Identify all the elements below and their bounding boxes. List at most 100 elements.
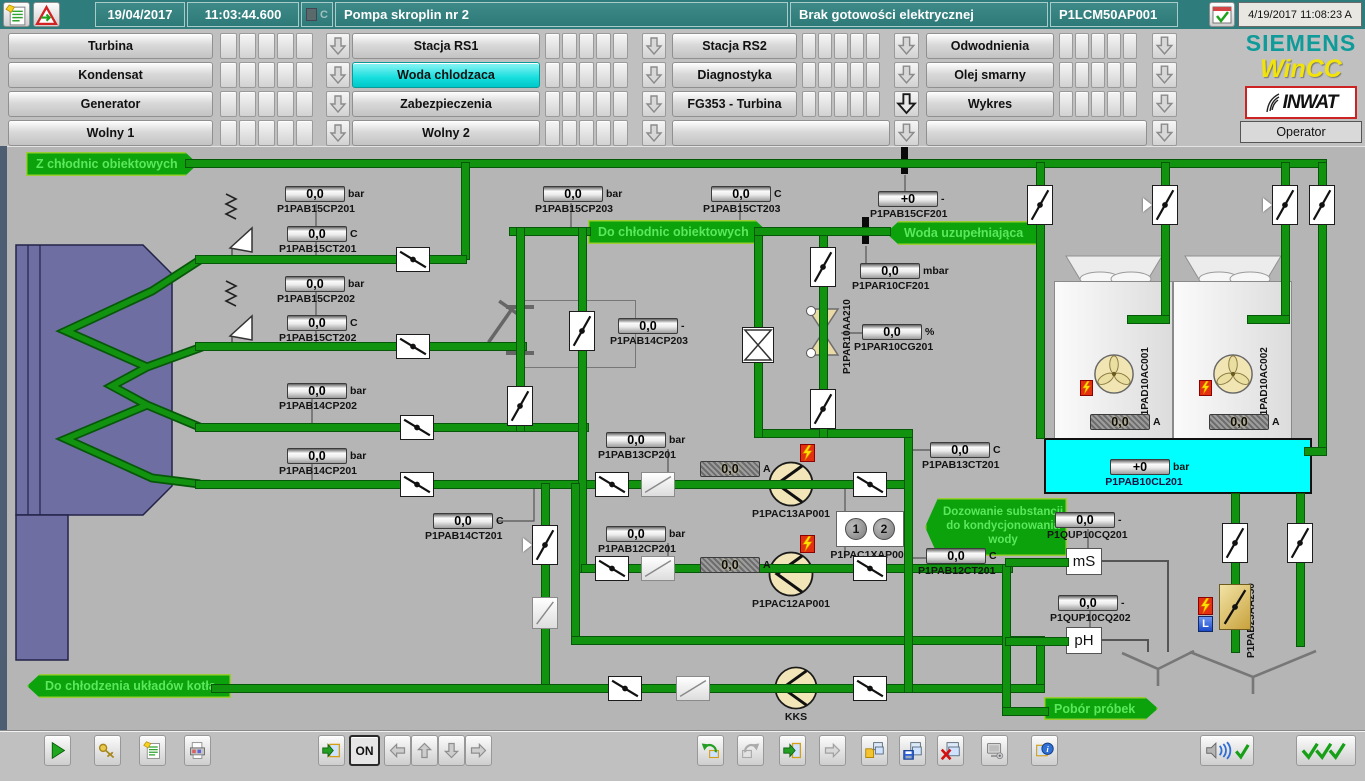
nav-quick-square[interactable] xyxy=(239,91,256,117)
toolbar-button-redo[interactable] xyxy=(737,735,764,766)
nav-arrow-button[interactable] xyxy=(326,91,350,117)
nav-quick-square[interactable] xyxy=(277,33,294,59)
toolbar-button-report[interactable] xyxy=(139,735,166,766)
motor-valve-icon[interactable] xyxy=(1309,185,1335,225)
nav-arrow-button[interactable] xyxy=(326,33,350,59)
nav-quick-square[interactable] xyxy=(834,62,848,88)
toolbar-button-on[interactable]: ON xyxy=(349,735,380,766)
nav-quick-square[interactable] xyxy=(296,120,313,146)
nav-quick-square[interactable] xyxy=(596,120,611,146)
nav-quick-square[interactable] xyxy=(1107,62,1121,88)
nav-quick-square[interactable] xyxy=(220,62,237,88)
motor-valve-icon[interactable] xyxy=(810,247,836,287)
fan-icon[interactable] xyxy=(1212,353,1254,395)
nav-arrow-button[interactable] xyxy=(642,120,666,146)
motor-valve-icon[interactable] xyxy=(1222,523,1248,563)
nav-quick-square[interactable] xyxy=(1123,91,1137,117)
nav-arrow-button[interactable] xyxy=(642,33,666,59)
operator-field[interactable]: Operator xyxy=(1240,121,1362,143)
nav-arrow-button[interactable] xyxy=(642,62,666,88)
toolbar-button-nav-down[interactable] xyxy=(438,735,465,766)
nav-button-stacja-rs2[interactable]: Stacja RS2 xyxy=(672,33,797,59)
nav-quick-square[interactable] xyxy=(802,91,816,117)
nav-arrow-button[interactable] xyxy=(894,120,919,146)
nav-button-diagnostyka[interactable]: Diagnostyka xyxy=(672,62,797,88)
nav-quick-square[interactable] xyxy=(1107,91,1121,117)
nav-quick-square[interactable] xyxy=(277,120,294,146)
toolbar-button-monitor[interactable] xyxy=(981,735,1008,766)
nav-arrow-button[interactable] xyxy=(894,33,919,59)
nav-quick-square[interactable] xyxy=(1123,62,1137,88)
toolbar-button-info[interactable]: i xyxy=(1031,735,1058,766)
nav-quick-square[interactable] xyxy=(579,120,594,146)
toolbar-button-runtime-play[interactable] xyxy=(44,735,71,766)
nav-quick-square[interactable] xyxy=(239,120,256,146)
nav-arrow-button[interactable] xyxy=(1152,120,1177,146)
nav-quick-square[interactable] xyxy=(562,91,577,117)
nav-quick-square[interactable] xyxy=(613,91,628,117)
nav-quick-square[interactable] xyxy=(866,33,880,59)
check-valve-icon[interactable] xyxy=(400,415,434,440)
drain-valve-icon[interactable] xyxy=(1219,584,1251,630)
nav-quick-square[interactable] xyxy=(258,120,275,146)
nav-quick-square[interactable] xyxy=(1091,62,1105,88)
motor-valve-icon[interactable] xyxy=(569,311,595,351)
nav-arrow-button[interactable] xyxy=(326,120,350,146)
nav-quick-square[interactable] xyxy=(596,62,611,88)
check-valve-icon[interactable] xyxy=(595,556,629,581)
nav-quick-square[interactable] xyxy=(545,62,560,88)
nav-quick-square[interactable] xyxy=(850,33,864,59)
nav-button-wolny-1[interactable]: Wolny 1 xyxy=(8,120,213,146)
toolbar-button-nav-left[interactable] xyxy=(384,735,411,766)
nav-quick-square[interactable] xyxy=(258,91,275,117)
nav-arrow-button[interactable] xyxy=(1152,91,1177,117)
nav-quick-square[interactable] xyxy=(818,62,832,88)
nav-quick-square[interactable] xyxy=(596,33,611,59)
nav-quick-square[interactable] xyxy=(277,91,294,117)
check-valve-icon[interactable] xyxy=(396,247,430,272)
nav-arrow-button[interactable] xyxy=(894,62,919,88)
nav-button-wykres[interactable]: Wykres xyxy=(926,91,1054,117)
nav-quick-square[interactable] xyxy=(239,33,256,59)
nav-quick-square[interactable] xyxy=(562,33,577,59)
nav-button-odwodnienia[interactable]: Odwodnienia xyxy=(926,33,1054,59)
motor-valve-icon[interactable] xyxy=(507,386,533,426)
nav-quick-square[interactable] xyxy=(1059,33,1073,59)
selector-position-2[interactable]: 2 xyxy=(873,518,895,540)
motor-valve-icon[interactable] xyxy=(1027,185,1053,225)
nav-quick-square[interactable] xyxy=(1075,62,1089,88)
check-valve-icon[interactable] xyxy=(608,676,642,701)
nav-quick-square[interactable] xyxy=(258,33,275,59)
nav-button-generator[interactable]: Generator xyxy=(8,91,213,117)
nav-button-stacja-rs1[interactable]: Stacja RS1 xyxy=(352,33,540,59)
nav-quick-square[interactable] xyxy=(866,91,880,117)
nav-quick-square[interactable] xyxy=(562,120,577,146)
toolbar-button-nav-right[interactable] xyxy=(465,735,492,766)
check-valve-icon[interactable] xyxy=(853,676,887,701)
calendar-ack-button[interactable] xyxy=(1209,2,1235,27)
nav-quick-square[interactable] xyxy=(579,62,594,88)
check-valve-icon[interactable] xyxy=(853,472,887,497)
nav-quick-square[interactable] xyxy=(220,120,237,146)
nav-button-olej-smarny[interactable]: Olej smarny xyxy=(926,62,1054,88)
nav-quick-square[interactable] xyxy=(818,33,832,59)
nav-quick-square[interactable] xyxy=(1075,33,1089,59)
alarm-warning-button[interactable] xyxy=(33,2,60,27)
nav-quick-square[interactable] xyxy=(834,33,848,59)
report-list-button[interactable] xyxy=(3,2,30,27)
check-valve-icon[interactable] xyxy=(595,472,629,497)
nav-arrow-button[interactable] xyxy=(326,62,350,88)
check-valve-icon[interactable] xyxy=(396,334,430,359)
toolbar-button-nav-up[interactable] xyxy=(411,735,438,766)
nav-quick-square[interactable] xyxy=(596,91,611,117)
nav-quick-square[interactable] xyxy=(1059,62,1073,88)
toolbar-button-key[interactable] xyxy=(94,735,121,766)
motor-valve-icon[interactable] xyxy=(1152,185,1178,225)
nav-quick-square[interactable] xyxy=(850,62,864,88)
nav-quick-square[interactable] xyxy=(818,91,832,117)
nav-quick-square[interactable] xyxy=(258,62,275,88)
nav-quick-square[interactable] xyxy=(220,33,237,59)
nav-quick-square[interactable] xyxy=(1091,33,1105,59)
nav-quick-square[interactable] xyxy=(545,33,560,59)
nav-quick-square[interactable] xyxy=(220,91,237,117)
